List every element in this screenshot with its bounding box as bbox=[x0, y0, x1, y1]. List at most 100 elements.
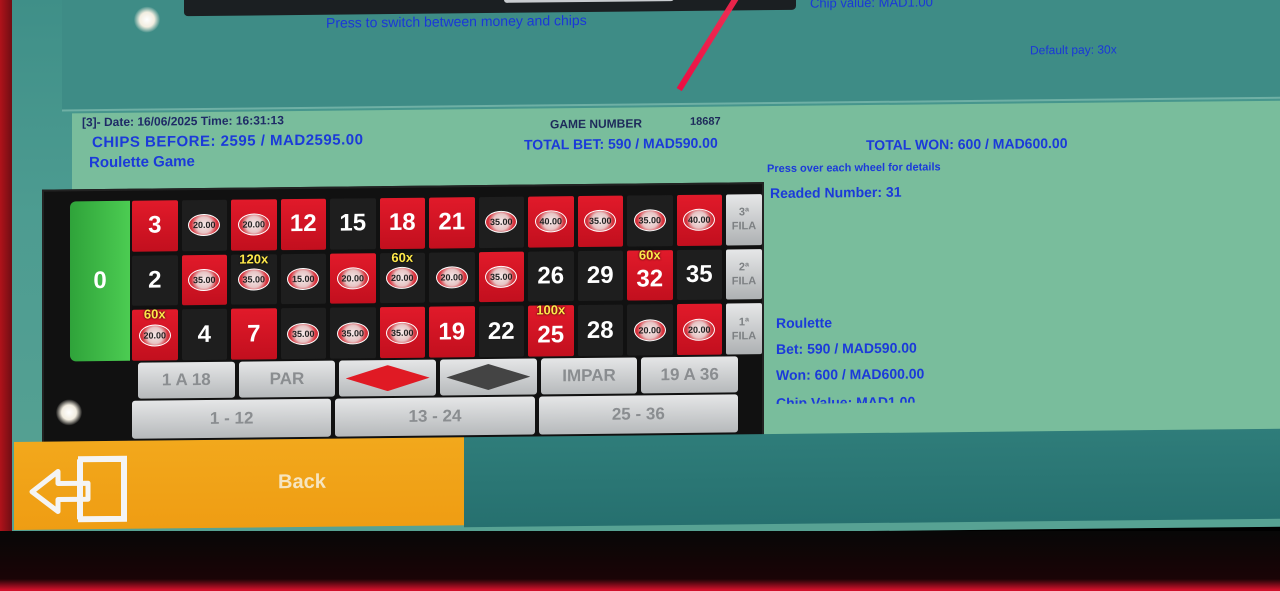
number-cell[interactable]: 35.00 bbox=[181, 254, 227, 306]
roulette-board[interactable]: 0 3 20.00 20.00 12 15 18 21 35.00 40.00 35.00 35.0… bbox=[42, 182, 764, 444]
bet-chip: 35.00 bbox=[188, 268, 221, 292]
number-cell[interactable]: 21 bbox=[429, 197, 475, 249]
back-button[interactable]: Back bbox=[14, 437, 464, 530]
number-cell[interactable]: 60x 32 bbox=[627, 247, 673, 301]
number-cell[interactable]: 35.00 bbox=[478, 251, 524, 303]
column-bet-button[interactable]: 1ª FILA bbox=[726, 303, 762, 355]
number-cell[interactable]: 100x 25 bbox=[528, 302, 574, 357]
red-bet-button[interactable] bbox=[339, 359, 436, 397]
summary-won: Won: 600 / MAD600.00 bbox=[776, 365, 925, 383]
number-cell[interactable]: 28 bbox=[577, 304, 623, 357]
number-cell[interactable]: 120x 35.00 bbox=[231, 250, 277, 306]
number-cell[interactable]: 4 bbox=[181, 309, 227, 361]
cell-number: 26 bbox=[537, 262, 565, 290]
number-cell[interactable]: 29 bbox=[577, 250, 623, 302]
number-cell[interactable]: 19 bbox=[429, 306, 475, 358]
number-cell[interactable]: 20.00 bbox=[429, 251, 475, 303]
total-won: TOTAL WON: 600 / MAD600.00 bbox=[866, 134, 1068, 154]
column-bets: 3ª FILA 2ª FILA 1ª FILA bbox=[726, 194, 762, 355]
column-label: FILA bbox=[731, 275, 757, 288]
dozen-2-button[interactable]: 13 - 24 bbox=[335, 396, 535, 437]
multiplier-badge: 100x bbox=[536, 302, 566, 318]
cell-number: 21 bbox=[438, 208, 466, 236]
summary-bet: Bet: 590 / MAD590.00 bbox=[776, 339, 917, 357]
bet-chip: 35.00 bbox=[386, 321, 419, 344]
bet-chip: 35.00 bbox=[287, 322, 320, 345]
number-cell[interactable]: 7 bbox=[231, 308, 277, 360]
number-cell[interactable]: 20.00 bbox=[330, 252, 376, 304]
bet-chip: 20.00 bbox=[237, 213, 270, 236]
readed-number: Readed Number: 31 bbox=[770, 183, 902, 202]
light-reflection bbox=[134, 6, 160, 33]
chips-before: CHIPS BEFORE: 2595 / MAD2595.00 bbox=[92, 131, 364, 152]
number-cell[interactable]: 18 bbox=[379, 197, 425, 249]
exit-arrow-icon bbox=[29, 455, 127, 523]
bet-chip: 20.00 bbox=[386, 266, 419, 290]
black-bet-button[interactable] bbox=[439, 358, 537, 396]
low-bet-button[interactable]: 1 A 18 bbox=[138, 361, 235, 399]
column-bet-button[interactable]: 2ª FILA bbox=[726, 248, 762, 300]
number-cell[interactable]: 40.00 bbox=[676, 194, 722, 246]
number-cell[interactable]: 35.00 bbox=[577, 195, 623, 247]
number-cell[interactable]: 35.00 bbox=[330, 307, 376, 359]
high-bet-button[interactable]: 19 A 36 bbox=[641, 356, 738, 394]
column-number: 3ª bbox=[738, 206, 750, 219]
number-cell[interactable]: 35.00 bbox=[627, 195, 673, 247]
game-number-label: GAME NUMBER bbox=[550, 116, 642, 132]
column-bet-button[interactable]: 3ª FILA bbox=[726, 194, 762, 246]
game-number: 18687 bbox=[690, 115, 721, 128]
bet-chip: 20.00 bbox=[435, 266, 468, 289]
column-label: FILA bbox=[731, 220, 757, 233]
bet-chip: 35.00 bbox=[633, 209, 666, 232]
odd-bet-button[interactable]: IMPAR bbox=[540, 357, 638, 395]
dozen-1-button[interactable]: 1 - 12 bbox=[132, 398, 332, 439]
number-cell[interactable]: 12 bbox=[280, 198, 326, 250]
bet-chip: 20.00 bbox=[188, 214, 221, 237]
cell-number: 15 bbox=[339, 209, 367, 237]
number-cell[interactable]: 22 bbox=[478, 305, 524, 358]
number-cell[interactable]: 20.00 bbox=[627, 304, 673, 356]
number-cell[interactable]: 35.00 bbox=[280, 308, 326, 360]
entry-date: [3]- Date: 16/06/2025 Time: 16:31:13 bbox=[82, 113, 284, 130]
column-label: FILA bbox=[731, 329, 757, 343]
number-cell[interactable]: 40.00 bbox=[528, 196, 574, 248]
cell-number: 32 bbox=[636, 265, 664, 293]
number-cell[interactable]: 60x 20.00 bbox=[132, 307, 178, 361]
number-cell[interactable]: 60x 20.00 bbox=[379, 249, 425, 304]
number-cell[interactable]: 2 bbox=[132, 254, 178, 307]
game-name: Roulette Game bbox=[89, 153, 195, 172]
cell-number: 4 bbox=[197, 320, 211, 348]
total-bet: TOTAL BET: 590 / MAD590.00 bbox=[524, 134, 718, 153]
number-cell[interactable]: 26 bbox=[528, 250, 574, 302]
bet-chip: 20.00 bbox=[683, 318, 716, 341]
cell-number: 35 bbox=[685, 260, 713, 288]
light-reflection bbox=[56, 399, 82, 426]
number-cell[interactable]: 3 bbox=[132, 200, 178, 252]
switch-money-chips-link[interactable]: Press to switch between money and chips bbox=[326, 12, 587, 31]
bet-chip: 20.00 bbox=[336, 267, 369, 290]
number-cell[interactable]: 35.00 bbox=[379, 307, 425, 359]
screen: Press to switch between money and chips … bbox=[12, 0, 1280, 540]
number-cell[interactable]: 35 bbox=[676, 249, 722, 301]
number-cell[interactable]: 20.00 bbox=[181, 199, 227, 251]
dozen-3-button[interactable]: 25 - 36 bbox=[538, 394, 738, 435]
even-bet-button[interactable]: PAR bbox=[238, 360, 336, 398]
number-cell[interactable]: 15.00 bbox=[280, 253, 326, 305]
footer-strip bbox=[464, 428, 1280, 528]
bet-chip: 35.00 bbox=[237, 268, 270, 291]
column-number: 2ª bbox=[738, 261, 750, 274]
zero-cell[interactable]: 0 bbox=[70, 200, 130, 362]
number-cell[interactable]: 35.00 bbox=[478, 196, 524, 248]
details-hint: Press over each wheel for details bbox=[767, 161, 941, 176]
number-cell[interactable]: 20.00 bbox=[676, 303, 722, 356]
number-cell[interactable]: 15 bbox=[330, 198, 376, 250]
multiplier-badge: 60x bbox=[391, 249, 414, 265]
cell-number: 3 bbox=[148, 211, 162, 239]
default-pay: Default pay: 30x bbox=[1030, 42, 1117, 58]
cell-number: 22 bbox=[487, 317, 515, 345]
number-cell[interactable]: 20.00 bbox=[231, 199, 277, 251]
multiplier-badge: 120x bbox=[239, 250, 269, 267]
bet-chip: 20.00 bbox=[633, 318, 666, 342]
cell-number: 19 bbox=[438, 317, 466, 346]
cell-number: 2 bbox=[148, 266, 162, 294]
